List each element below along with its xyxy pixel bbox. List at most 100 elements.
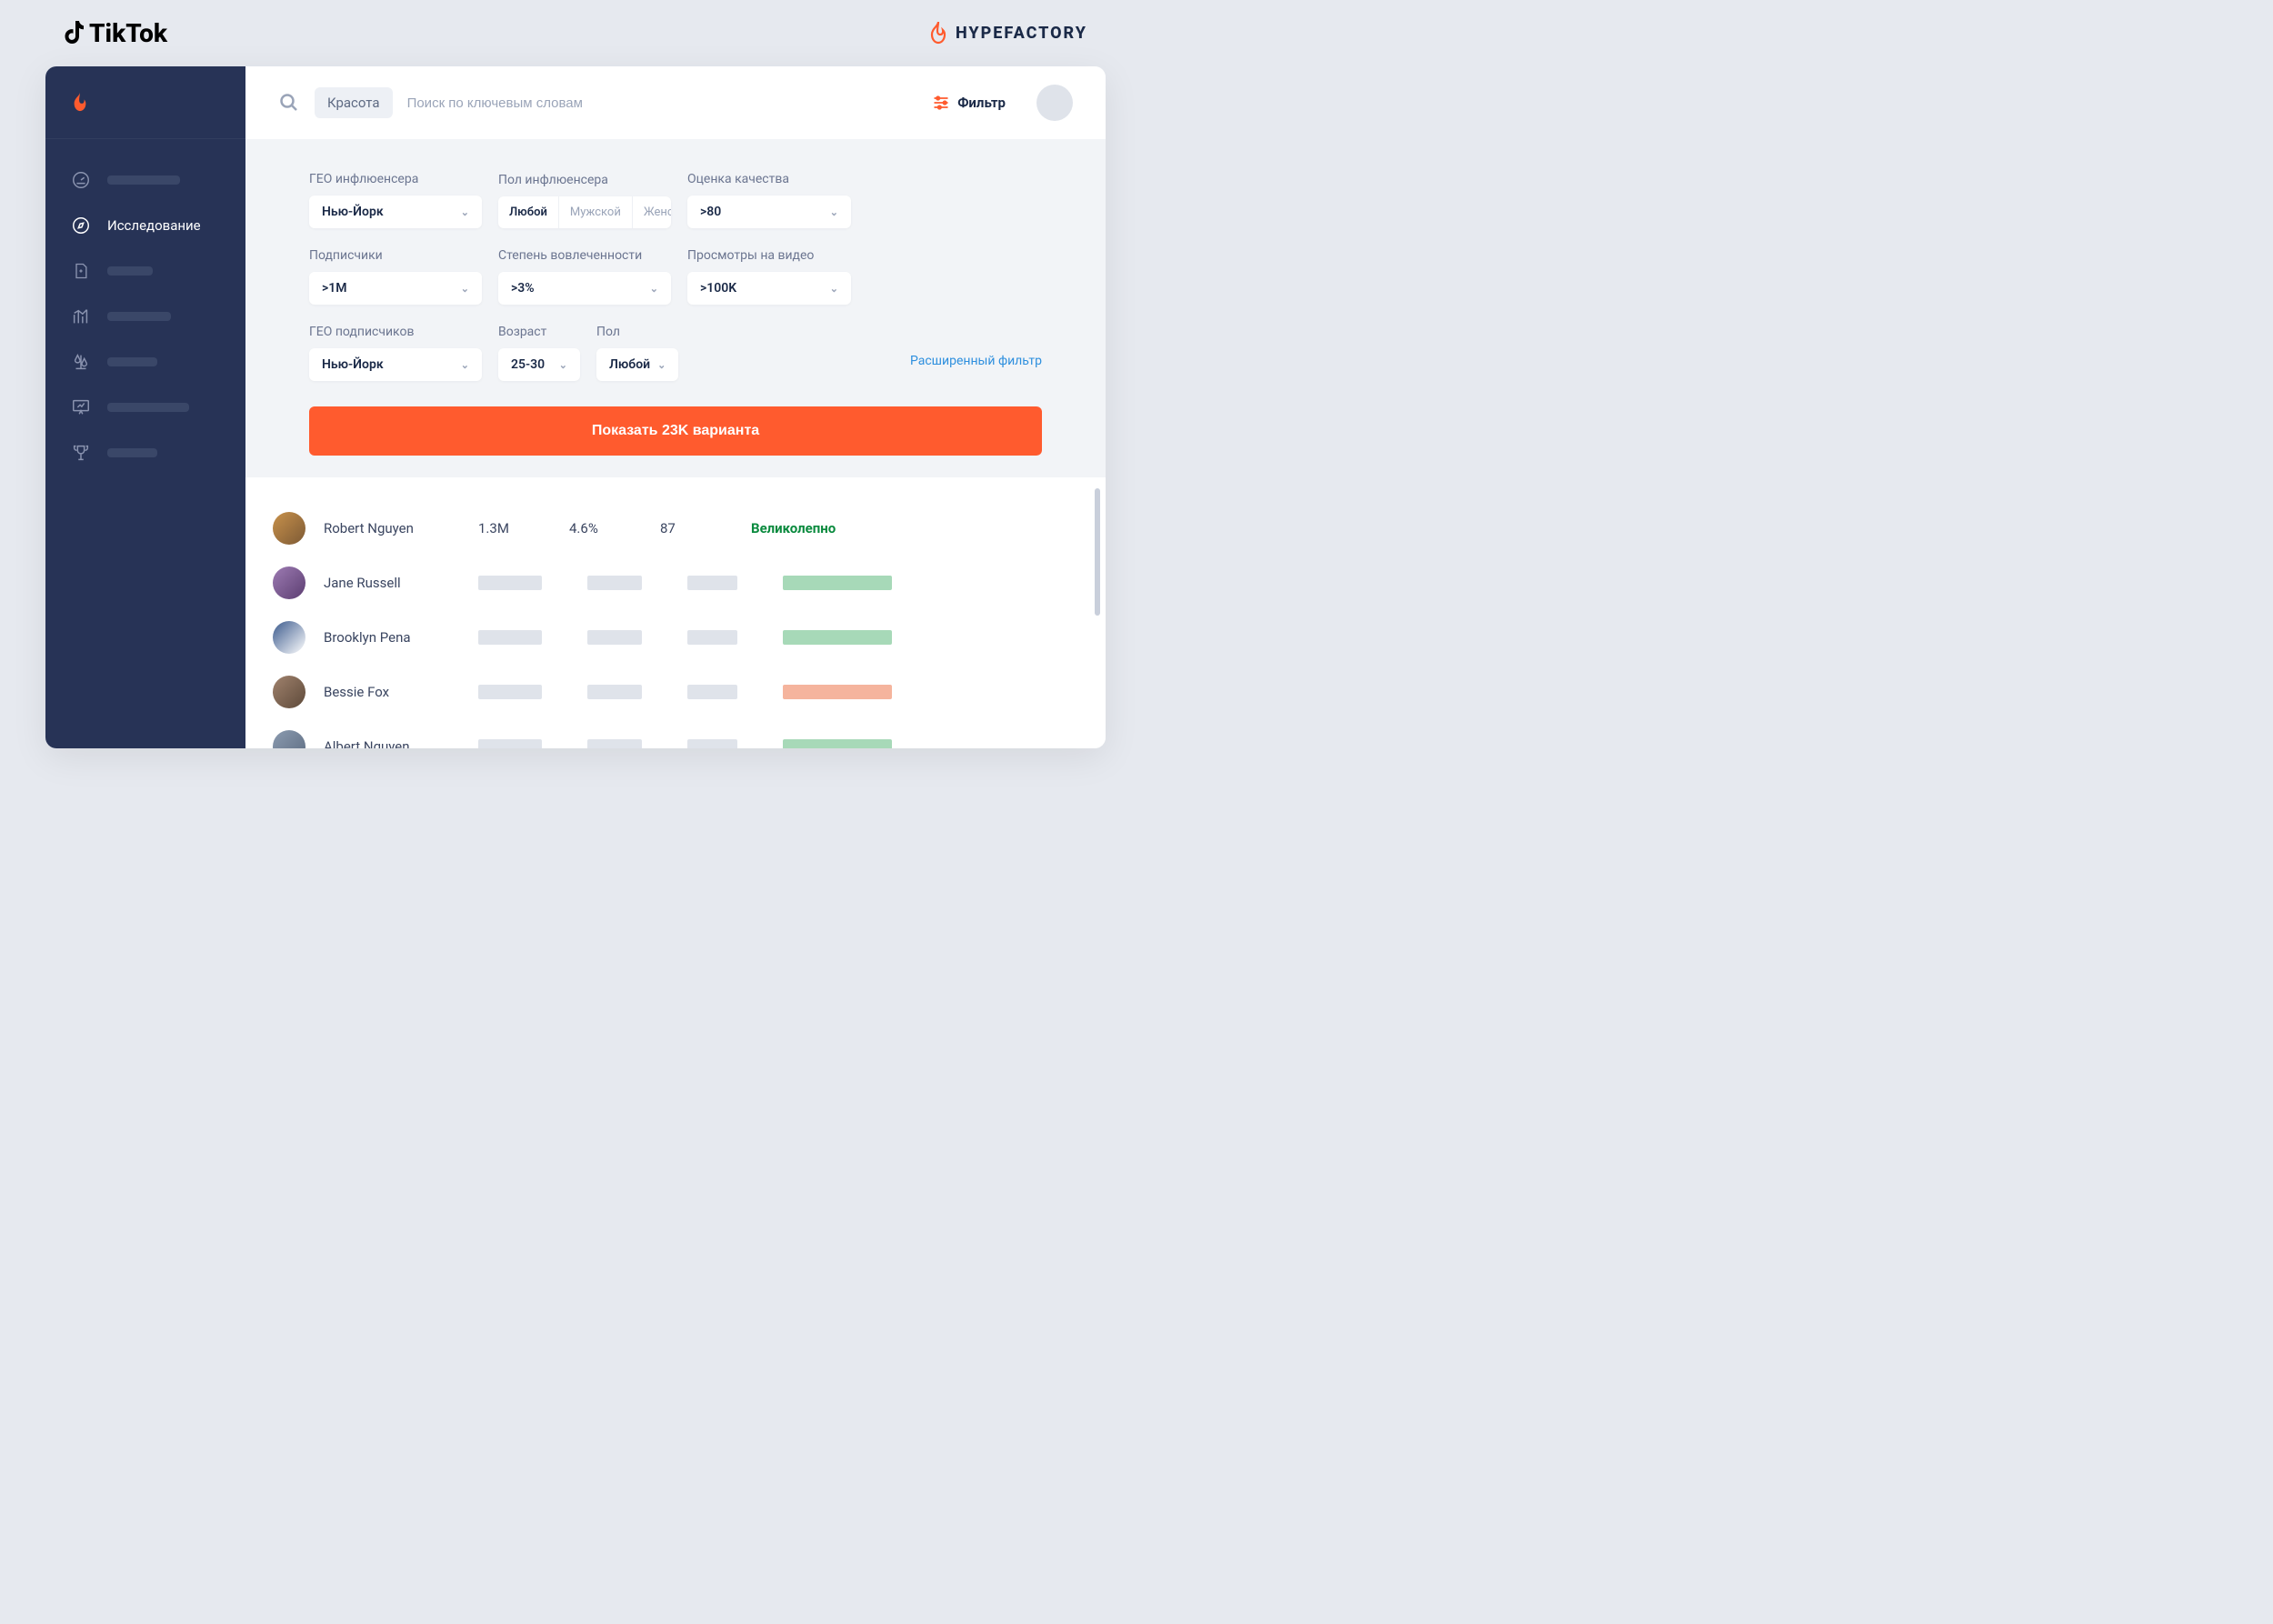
placeholder-bar [687,739,737,748]
hypefactory-logo: HYPEFACTORY [928,22,1087,45]
scrollbar[interactable] [1095,488,1100,725]
placeholder-bar [478,630,542,645]
filter-label-age: Возраст [498,325,580,339]
sidebar-item-5[interactable] [45,339,245,385]
rating-bar [783,630,892,645]
chevron-down-icon: ⌄ [461,206,469,218]
result-name: Robert Nguyen [324,520,460,536]
placeholder-bar [478,576,542,590]
result-score: 87 [660,520,733,536]
seg-opt-any[interactable]: Любой [498,196,559,228]
placeholder-bar [478,685,542,699]
filter-label-views: Просмотры на видео [687,248,851,263]
result-followers: 1.3M [478,520,551,536]
sliders-icon [932,95,950,111]
sidebar-label-placeholder [107,266,153,276]
result-row[interactable]: Albert Nguyen [273,719,1060,748]
chevron-down-icon: ⌄ [657,359,666,371]
sidebar-flame-icon [71,92,89,114]
sidebar-label-placeholder [107,357,157,366]
rating-bar [783,685,892,699]
compass-icon [71,216,91,236]
filter-label-gender: Пол [596,325,678,339]
filter-label-geo-influencer: ГЕО инфлюенсера [309,172,482,186]
chevron-down-icon: ⌄ [650,283,658,295]
placeholder-bar [587,576,642,590]
sidebar-label-placeholder [107,312,171,321]
filter-label-followers: Подписчики [309,248,482,263]
result-avatar [273,621,305,654]
chevron-down-icon: ⌄ [461,359,469,371]
placeholder-bar [587,630,642,645]
sidebar-item-3[interactable] [45,248,245,294]
results-list: Robert Nguyen 1.3M 4.6% 87 Великолепно J… [245,477,1106,748]
filter-label-gender-influencer: Пол инфлюенсера [498,173,671,187]
filter-label-engagement: Степень вовлеченности [498,248,671,263]
sidebar-item-6[interactable] [45,385,245,430]
sidebar-item-4[interactable] [45,294,245,339]
select-gender[interactable]: Любой⌄ [596,348,678,381]
rating-bar [783,576,892,590]
sidebar: Исследование [45,66,245,748]
sidebar-label-placeholder [107,403,189,412]
hypefactory-wordmark: HYPEFACTORY [956,24,1087,43]
placeholder-bar [587,739,642,748]
placeholder-bar [478,739,542,748]
sidebar-item-7[interactable] [45,430,245,476]
advanced-filter-link[interactable]: Расширенный фильтр [910,337,1042,368]
sidebar-label-placeholder [107,448,157,457]
filter-button[interactable]: Фильтр [932,95,1006,111]
segmented-gender-influencer: Любой Мужской Женский [498,196,671,228]
select-age[interactable]: 25-30⌄ [498,348,580,381]
filters-panel: ГЕО инфлюенсера Нью-Йорк⌄ Пол инфлюенсер… [245,139,1106,477]
select-quality[interactable]: >80⌄ [687,195,851,228]
placeholder-bar [687,685,737,699]
select-engagement[interactable]: >3%⌄ [498,272,671,305]
flame-icon [928,22,948,45]
search-input[interactable] [407,95,918,111]
result-row[interactable]: Bessie Fox [273,665,1060,719]
result-avatar [273,512,305,545]
sidebar-item-label: Исследование [107,217,201,234]
result-row[interactable]: Jane Russell [273,556,1060,610]
search-tag[interactable]: Красота [315,87,393,118]
rating-bar [783,739,892,748]
result-name: Brooklyn Pena [324,629,460,646]
chevron-down-icon: ⌄ [461,283,469,295]
result-avatar [273,676,305,708]
result-avatar [273,730,305,748]
sidebar-item-dashboard[interactable] [45,157,245,203]
app-window: Исследование [45,66,1106,748]
filter-label: Фильтр [957,95,1006,111]
placeholder-bar [587,685,642,699]
result-row[interactable]: Robert Nguyen 1.3M 4.6% 87 Великолепно [273,501,1060,556]
select-views[interactable]: >100K⌄ [687,272,851,305]
chevron-down-icon: ⌄ [830,283,838,295]
result-engagement: 4.6% [569,520,642,536]
select-geo-influencer[interactable]: Нью-Йорк⌄ [309,195,482,228]
filter-label-geo-followers: ГЕО подписчиков [309,325,482,339]
select-geo-followers[interactable]: Нью-Йорк⌄ [309,348,482,381]
tiktok-note-icon [64,21,85,46]
seg-opt-male[interactable]: Мужской [559,196,633,228]
chevron-down-icon: ⌄ [830,206,838,218]
dashboard-icon [71,170,91,190]
seg-opt-female[interactable]: Женский [633,196,671,228]
placeholder-bar [687,576,737,590]
result-name: Albert Nguyen [324,738,460,748]
placeholder-bar [687,630,737,645]
document-icon [71,261,91,281]
result-row[interactable]: Brooklyn Pena [273,610,1060,665]
tiktok-logo: TikTok [64,18,167,48]
select-followers[interactable]: >1M⌄ [309,272,482,305]
chart-icon [71,306,91,326]
submit-button[interactable]: Показать 23K варианта [309,406,1042,456]
page-brand-bar: TikTok HYPEFACTORY [36,18,1115,66]
sidebar-item-research[interactable]: Исследование [45,203,245,248]
user-avatar[interactable] [1036,85,1073,121]
trophy-icon [71,443,91,463]
result-rating: Великолепно [751,520,836,536]
tiktok-wordmark: TikTok [89,18,167,48]
sidebar-label-placeholder [107,175,180,185]
header: Красота Фильтр [245,66,1106,139]
